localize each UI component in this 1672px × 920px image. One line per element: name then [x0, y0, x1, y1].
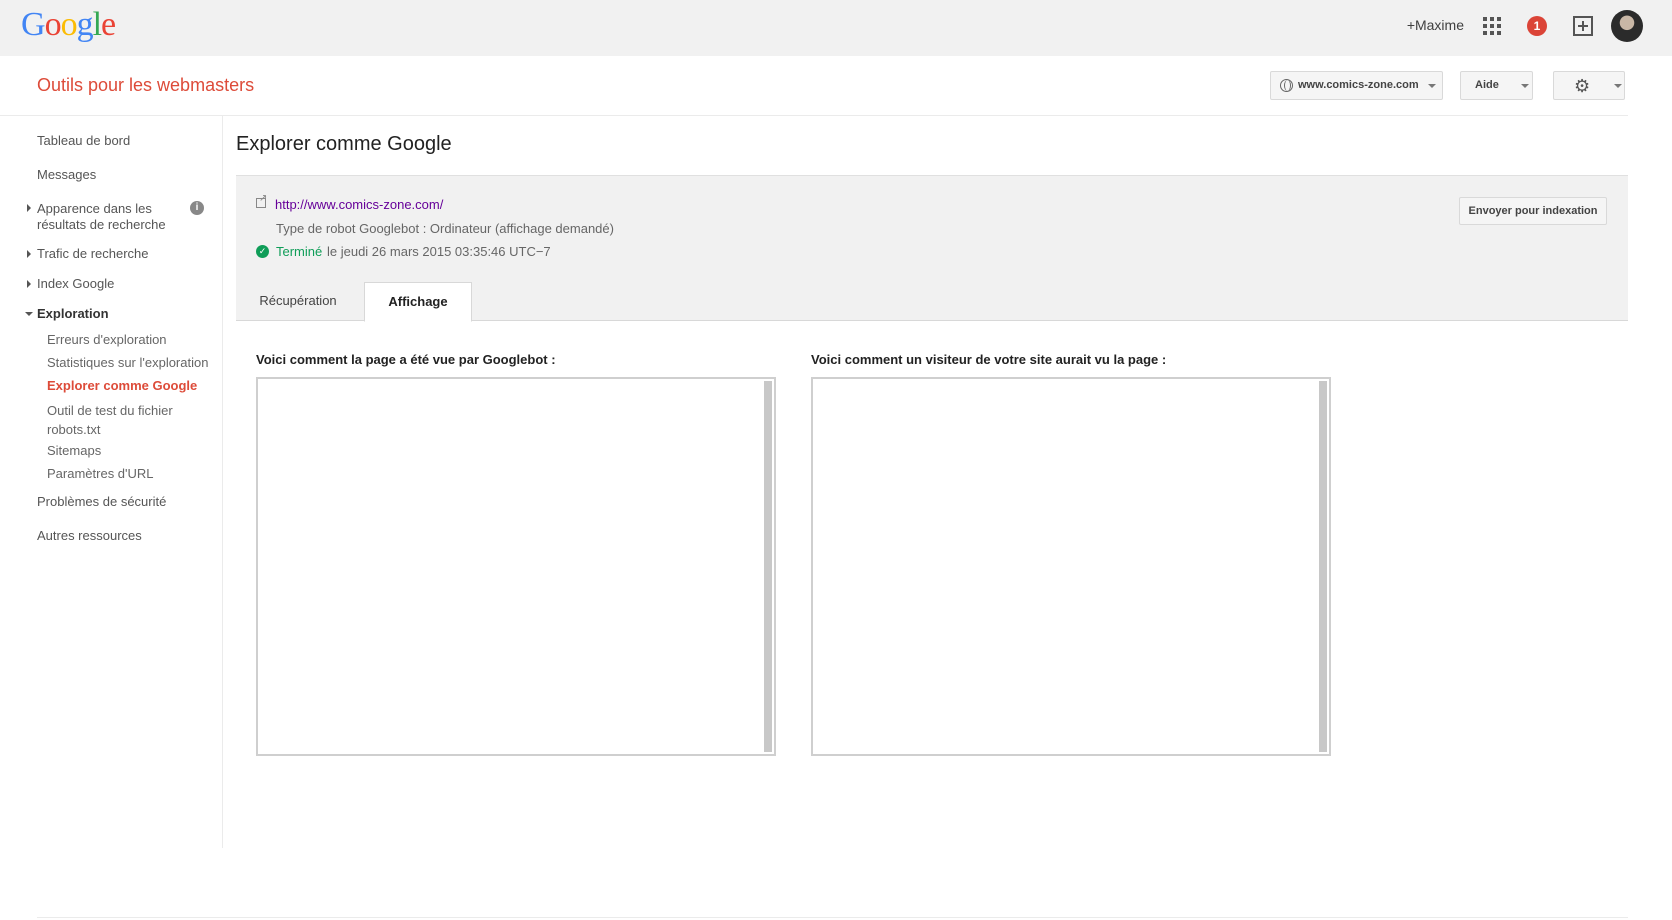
avatar[interactable]	[1611, 10, 1643, 42]
expand-arrow-icon[interactable]	[27, 250, 31, 258]
sidebar-item-other-resources[interactable]: Autres ressources	[37, 528, 142, 543]
sidebar-item-messages[interactable]: Messages	[37, 167, 96, 182]
info-icon[interactable]: i	[190, 201, 204, 215]
sidebar-item-label: Outil de test du fichier	[47, 403, 173, 418]
expand-arrow-icon[interactable]	[27, 204, 31, 212]
expand-arrow-icon[interactable]	[27, 280, 31, 288]
scrollbar[interactable]	[764, 381, 772, 752]
visitor-view-label: Voici comment un visiteur de votre site …	[811, 352, 1167, 367]
help-button[interactable]: Aide	[1460, 71, 1533, 100]
sidebar-item-label: robots.txt	[47, 422, 101, 437]
sidebar-item-security-issues[interactable]: Problèmes de sécurité	[37, 494, 166, 509]
sidebar-item-label: Apparence dans les	[37, 201, 152, 216]
chevron-down-icon	[1614, 84, 1622, 88]
status-timestamp: le jeudi 26 mars 2015 03:35:46 UTC−7	[327, 244, 551, 259]
scrollbar[interactable]	[1319, 381, 1327, 752]
collapse-arrow-icon[interactable]	[25, 312, 33, 316]
site-selector-button[interactable]: www.comics-zone.com	[1270, 71, 1443, 100]
apps-grid-icon[interactable]	[1483, 17, 1501, 35]
tab-rendering[interactable]: Affichage	[364, 282, 472, 322]
top-bar: Google +Maxime 1	[0, 0, 1672, 56]
user-profile-link[interactable]: +Maxime	[1407, 17, 1464, 33]
check-circle-icon: ✓	[256, 245, 269, 258]
sidebar-subitem-crawl-errors[interactable]: Erreurs d'exploration	[47, 332, 167, 347]
share-plus-icon[interactable]	[1573, 16, 1593, 36]
googlebot-view-label: Voici comment la page a été vue par Goog…	[256, 352, 556, 367]
tab-fetch[interactable]: Récupération	[236, 282, 360, 321]
sidebar-subitem-url-parameters[interactable]: Paramètres d'URL	[47, 466, 154, 481]
chevron-down-icon	[1428, 84, 1436, 88]
settings-button[interactable]: ⚙	[1553, 71, 1625, 100]
sidebar-item-search-traffic[interactable]: Trafic de recherche	[37, 246, 149, 261]
help-label: Aide	[1475, 79, 1499, 91]
chevron-down-icon	[1521, 84, 1529, 88]
sidebar-item-dashboard[interactable]: Tableau de bord	[37, 133, 130, 148]
google-logo[interactable]: Google	[21, 6, 116, 44]
sidebar-subitem-fetch-as-google[interactable]: Explorer comme Google	[47, 378, 197, 393]
sidebar-subitem-robots-tester[interactable]: Outil de test du fichier robots.txt	[47, 401, 173, 439]
sidebar-item-google-index[interactable]: Index Google	[37, 276, 114, 291]
robot-type-text: Type de robot Googlebot : Ordinateur (af…	[276, 221, 614, 236]
sidebar-item-crawl[interactable]: Exploration	[37, 306, 109, 321]
external-link-icon[interactable]	[256, 193, 267, 208]
globe-icon	[1280, 79, 1293, 92]
sidebar-subitem-crawl-stats[interactable]: Statistiques sur l'exploration	[47, 355, 208, 370]
site-selector-label: www.comics-zone.com	[1298, 79, 1419, 91]
sidebar-item-label: résultats de recherche	[37, 217, 166, 232]
sidebar-divider	[222, 116, 223, 848]
footer-divider	[37, 917, 1628, 918]
header-divider	[0, 115, 1628, 116]
googlebot-render-frame[interactable]	[256, 377, 776, 756]
visitor-render-frame[interactable]	[811, 377, 1331, 756]
status-label: Terminé	[276, 244, 323, 259]
app-title[interactable]: Outils pour les webmasters	[37, 75, 254, 96]
page-title: Explorer comme Google	[236, 133, 452, 155]
sidebar-item-search-appearance[interactable]: Apparence dans les résultats de recherch…	[37, 201, 166, 233]
submit-to-index-button[interactable]: Envoyer pour indexation	[1459, 197, 1607, 225]
gear-icon: ⚙	[1574, 76, 1591, 96]
notifications-badge[interactable]: 1	[1527, 16, 1547, 36]
sidebar-subitem-sitemaps[interactable]: Sitemaps	[47, 443, 101, 458]
fetched-url-link[interactable]: http://www.comics-zone.com/	[275, 197, 443, 212]
